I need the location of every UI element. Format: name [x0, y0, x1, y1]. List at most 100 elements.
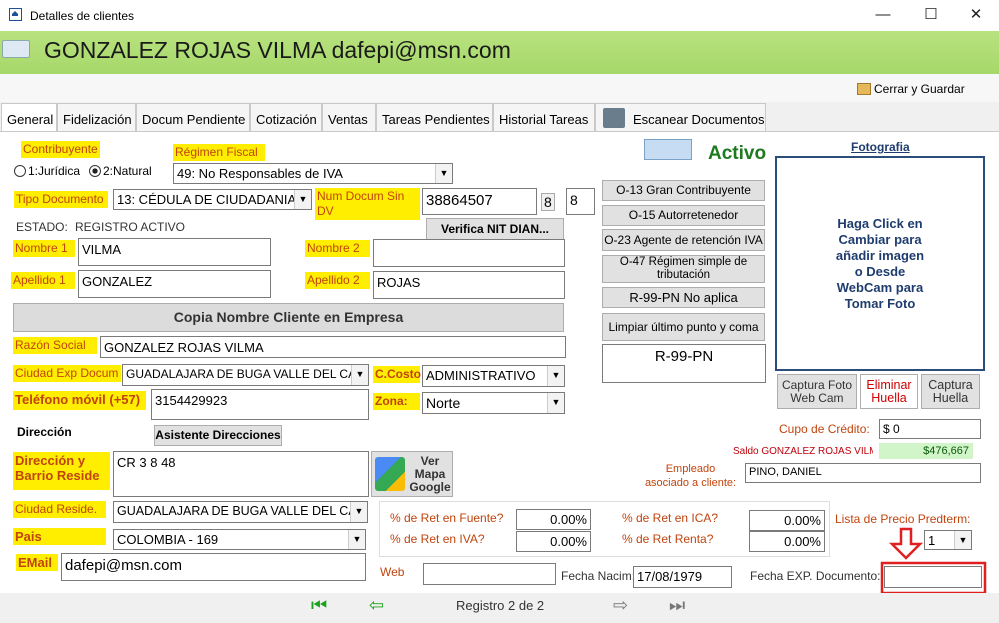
- tab-general[interactable]: General: [1, 103, 57, 132]
- app-icon: [9, 8, 22, 21]
- dv-input[interactable]: 8: [566, 188, 595, 215]
- web-label: Web: [380, 565, 405, 579]
- minimize-button[interactable]: —: [868, 5, 898, 25]
- eliminar-huella-button[interactable]: Eliminar Huella: [860, 374, 918, 409]
- o15-button[interactable]: O-15 Autorretenedor: [602, 205, 765, 226]
- empleado-input[interactable]: PINO, DANIEL: [745, 463, 981, 483]
- highlight-box: [880, 561, 987, 595]
- cupo-credito-input[interactable]: $ 0: [879, 419, 981, 439]
- apellido1-label: Apellido 1: [11, 272, 75, 289]
- tab-escanear-documentos[interactable]: Escanear Documentos: [595, 103, 766, 131]
- tab-cotizacion[interactable]: Cotización: [250, 103, 322, 131]
- annotation-overlay: [880, 527, 987, 595]
- ccosto-select[interactable]: ADMINISTRATIVO ▼: [422, 365, 565, 387]
- fotografia-label: Fotografia: [851, 140, 910, 154]
- maximize-button[interactable]: ☐: [916, 5, 946, 25]
- apellido2-label: Apellido 2: [305, 272, 370, 289]
- save-icon: [857, 83, 871, 95]
- captura-huella-button[interactable]: Captura Huella: [921, 374, 980, 409]
- close-button[interactable]: ✕: [961, 5, 991, 25]
- ciudad-exp-label: Ciudad Exp Docum: [13, 365, 121, 382]
- telefono-input[interactable]: 3154429923: [151, 389, 369, 420]
- chevron-down-icon: ▼: [435, 164, 452, 183]
- web-input[interactable]: [423, 563, 556, 585]
- tab-tareas-pendientes[interactable]: Tareas Pendientes: [376, 103, 493, 131]
- nombre2-input[interactable]: [373, 239, 565, 267]
- verifica-nit-button[interactable]: Verifica NIT DIAN...: [426, 218, 564, 240]
- ret-renta-input[interactable]: 0.00%: [749, 531, 825, 552]
- chevron-down-icon: ▼: [348, 530, 365, 549]
- estado-value: REGISTRO ACTIVO: [75, 220, 186, 234]
- ciudad-reside-label: Ciudad Reside.: [13, 501, 106, 518]
- copia-nombre-button[interactable]: Copia Nombre Cliente en Empresa: [13, 303, 564, 332]
- o13-button[interactable]: O-13 Gran Contribuyente: [602, 180, 765, 201]
- photo-area[interactable]: Haga Click en Cambiar para añadir imagen…: [775, 156, 985, 371]
- ret-iva-input[interactable]: 0.00%: [516, 531, 591, 552]
- responsabilidad-value[interactable]: R-99-PN: [602, 344, 766, 383]
- first-record-icon[interactable]: ⏮: [311, 596, 327, 614]
- ciudad-exp-select[interactable]: GUADALAJARA DE BUGA VALLE DEL CAUC ▼: [122, 364, 369, 386]
- fecha-nacim-input[interactable]: 17/08/1979: [633, 566, 732, 588]
- ver-mapa-google-button[interactable]: Ver Mapa Google: [371, 451, 453, 497]
- chevron-down-icon: ▼: [350, 502, 367, 522]
- ret-renta-label: % de Ret Renta?: [622, 532, 714, 546]
- razon-social-input[interactable]: GONZALEZ ROJAS VILMA: [100, 336, 566, 358]
- ret-fuente-input[interactable]: 0.00%: [516, 509, 591, 530]
- dv-display: 8: [541, 193, 555, 211]
- apellido2-input[interactable]: ROJAS: [373, 271, 565, 299]
- radio-juridica[interactable]: 1:Jurídica: [14, 164, 80, 178]
- o23-button[interactable]: O-23 Agente de retención IVA: [602, 229, 765, 251]
- client-name-title: GONZALEZ ROJAS VILMA dafepi@msn.com: [44, 37, 511, 63]
- telefono-label: Teléfono móvil (+57): [13, 391, 146, 410]
- regimen-select[interactable]: 49: No Responsables de IVA ▼: [173, 163, 453, 184]
- r99-button[interactable]: R-99-PN No aplica: [602, 287, 765, 308]
- last-record-icon[interactable]: ⏭: [669, 596, 685, 614]
- email-input[interactable]: dafepi@msn.com: [61, 553, 366, 581]
- saldo-value: $476,667: [879, 443, 973, 459]
- tab-historial-tareas[interactable]: Historial Tareas: [493, 103, 595, 131]
- ciudad-reside-select[interactable]: GUADALAJARA DE BUGA VALLE DEL CA ▼: [113, 501, 368, 523]
- tab-fidelizacion[interactable]: Fidelización: [57, 103, 136, 131]
- tipo-documento-select[interactable]: 13: CÉDULA DE CIUDADANIA ▼: [113, 189, 312, 210]
- regimen-label: Régimen Fiscal: [173, 144, 265, 161]
- ret-ica-label: % de Ret en ICA?: [622, 511, 719, 525]
- o47-button[interactable]: O-47 Régimen simple de tributación: [602, 255, 765, 283]
- google-maps-icon: [375, 457, 405, 491]
- tipo-documento-label: Tipo Documento: [14, 191, 108, 208]
- contribuyente-label: Contribuyente: [21, 141, 100, 158]
- direccion-barrio-label: Dirección y Barrio Reside: [13, 452, 110, 490]
- next-record-icon[interactable]: ⇨: [613, 596, 628, 614]
- ret-iva-label: % de Ret en IVA?: [390, 532, 485, 546]
- client-card-icon: [2, 40, 30, 58]
- pais-label: Pais: [13, 528, 106, 545]
- email-label: EMail: [16, 554, 58, 571]
- apellido1-input[interactable]: GONZALEZ: [78, 270, 271, 298]
- num-documento-input[interactable]: 38864507: [422, 188, 537, 215]
- tab-ventas[interactable]: Ventas: [322, 103, 376, 131]
- ret-fuente-label: % de Ret en Fuente?: [390, 511, 504, 525]
- zona-label: Zona:: [373, 393, 420, 410]
- saldo-label: Saldo GONZALEZ ROJAS VILM: [733, 446, 873, 457]
- chevron-down-icon: ▼: [547, 393, 564, 413]
- zona-select[interactable]: Norte ▼: [422, 392, 565, 414]
- fecha-nacim-label: Fecha Nacim:: [561, 569, 636, 583]
- fecha-exp-label: Fecha EXP. Documento:: [750, 569, 881, 583]
- toolbar: [0, 74, 999, 102]
- close-save-button[interactable]: Cerrar y Guardar: [857, 82, 965, 96]
- prev-record-icon[interactable]: ⇦: [369, 596, 384, 614]
- direccion-input[interactable]: CR 3 8 48: [113, 451, 369, 497]
- nombre2-label: Nombre 2: [305, 240, 370, 257]
- ret-ica-input[interactable]: 0.00%: [749, 510, 825, 531]
- tab-docum-pendiente[interactable]: Docum Pendiente: [136, 103, 250, 131]
- nombre1-input[interactable]: VILMA: [78, 238, 271, 266]
- cupo-credito-label: Cupo de Crédito:: [779, 422, 870, 436]
- direccion-label: Dirección: [17, 425, 72, 439]
- pais-select[interactable]: COLOMBIA - 169 ▼: [113, 529, 366, 550]
- registro-counter: Registro 2 de 2: [456, 598, 545, 613]
- asistente-direcciones-button[interactable]: Asistente Direcciones: [154, 425, 282, 446]
- title-bar: [0, 0, 999, 31]
- captura-foto-button[interactable]: Captura Foto Web Cam: [777, 374, 857, 409]
- limpiar-button[interactable]: Limpiar último punto y coma: [602, 313, 765, 341]
- radio-natural[interactable]: 2:Natural: [89, 164, 152, 178]
- empleado-label: Empleado asociado a cliente:: [644, 463, 737, 489]
